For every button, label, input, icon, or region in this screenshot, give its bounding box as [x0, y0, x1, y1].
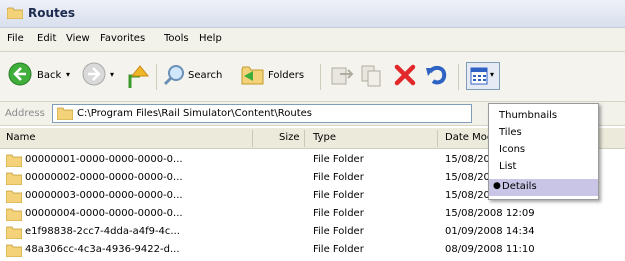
menu-bar: File Edit View Favorites Tools Help [0, 28, 625, 52]
view-option-label: Icons [499, 144, 526, 155]
folder-icon [6, 226, 22, 239]
file-name: 00000003-0000-0000-0000-0... [25, 190, 183, 201]
folder-icon [6, 154, 22, 167]
forward-dropdown-icon[interactable]: ▾ [110, 70, 114, 79]
file-name: 00000004-0000-0000-0000-0... [25, 208, 183, 219]
file-type: File Folder [313, 226, 364, 237]
move-icon[interactable] [330, 62, 354, 88]
search-label: Search [188, 70, 223, 81]
menu-file[interactable]: File [7, 33, 24, 44]
views-button[interactable]: ▾ [466, 62, 500, 90]
toolbar-separator [458, 64, 459, 90]
back-dropdown-icon[interactable]: ▾ [66, 70, 70, 79]
view-option-label: List [499, 161, 517, 172]
delete-icon[interactable] [393, 62, 417, 88]
file-date: 15/08/2008 12:09 [445, 208, 535, 219]
menu-view[interactable]: View [66, 33, 90, 44]
file-type: File Folder [313, 190, 364, 201]
file-name: 00000002-0000-0000-0000-0... [25, 172, 183, 183]
search-button[interactable]: Search [163, 62, 237, 92]
selected-bullet-icon: ● [493, 181, 501, 191]
file-type: File Folder [313, 244, 364, 255]
view-option-label: Details [502, 181, 537, 192]
folder-icon [57, 107, 73, 120]
file-type: File Folder [313, 208, 364, 219]
folders-icon [241, 66, 264, 85]
folder-icon [6, 190, 22, 203]
folders-label: Folders [268, 70, 305, 81]
views-dropdown-menu: Thumbnails Tiles Icons List ● Details [488, 103, 599, 200]
menu-help[interactable]: Help [199, 33, 222, 44]
file-name: e1f98838-2cc7-4dda-a4f9-4c... [25, 226, 180, 237]
folder-icon [6, 244, 22, 257]
title-bar: Routes [0, 0, 625, 28]
column-date[interactable]: Date Moc [445, 132, 492, 143]
window-title: Routes [28, 6, 76, 20]
view-option-thumbnails[interactable]: Thumbnails [489, 108, 598, 125]
back-button[interactable]: Back ▾ [8, 62, 78, 92]
forward-icon [82, 62, 106, 86]
views-dropdown-icon: ▾ [490, 70, 495, 79]
forward-button[interactable]: ▾ [82, 62, 118, 92]
column-divider[interactable] [252, 130, 253, 147]
file-type: File Folder [313, 172, 364, 183]
column-divider[interactable] [437, 130, 438, 147]
file-date: 01/09/2008 14:34 [445, 226, 535, 237]
menu-tools[interactable]: Tools [164, 33, 189, 44]
column-type[interactable]: Type [313, 132, 336, 143]
menu-favorites[interactable]: Favorites [100, 33, 145, 44]
views-icon [470, 67, 488, 85]
table-row[interactable]: 48a306cc-4c3a-4936-9422-d... File Folder… [0, 242, 625, 260]
view-option-label: Tiles [499, 127, 522, 138]
column-name[interactable]: Name [6, 132, 36, 143]
view-option-list[interactable]: List [489, 159, 598, 176]
back-icon [8, 62, 32, 86]
undo-icon[interactable] [424, 62, 450, 88]
address-path: C:\Program Files\Rail Simulator\Content\… [77, 108, 313, 119]
folder-icon [6, 172, 22, 185]
address-label: Address [5, 108, 45, 119]
folder-icon [7, 7, 23, 19]
view-option-tiles[interactable]: Tiles [489, 125, 598, 142]
toolbar: Back ▾ ▾ Search Folders ▾ [0, 52, 625, 102]
file-name: 48a306cc-4c3a-4936-9422-d... [25, 244, 180, 255]
copy-icon[interactable] [360, 62, 384, 88]
view-option-label: Thumbnails [499, 110, 558, 121]
folder-icon [6, 208, 22, 221]
table-row[interactable]: e1f98838-2cc7-4dda-a4f9-4c... File Folde… [0, 224, 625, 242]
file-type: File Folder [313, 154, 364, 165]
folders-button[interactable]: Folders [241, 62, 315, 92]
file-name: 00000001-0000-0000-0000-0... [25, 154, 183, 165]
address-input[interactable]: C:\Program Files\Rail Simulator\Content\… [52, 104, 472, 123]
view-option-icons[interactable]: Icons [489, 142, 598, 159]
table-row[interactable]: 00000004-0000-0000-0000-0... File Folder… [0, 206, 625, 224]
file-date: 08/09/2008 11:10 [445, 244, 535, 255]
up-icon[interactable] [126, 62, 150, 90]
column-size[interactable]: Size [279, 132, 300, 143]
view-option-details[interactable]: ● Details [489, 179, 598, 196]
toolbar-separator [156, 64, 157, 90]
column-divider[interactable] [304, 130, 305, 147]
search-icon [163, 65, 184, 86]
toolbar-separator [320, 64, 321, 90]
back-label: Back [37, 70, 62, 81]
menu-edit[interactable]: Edit [37, 33, 56, 44]
